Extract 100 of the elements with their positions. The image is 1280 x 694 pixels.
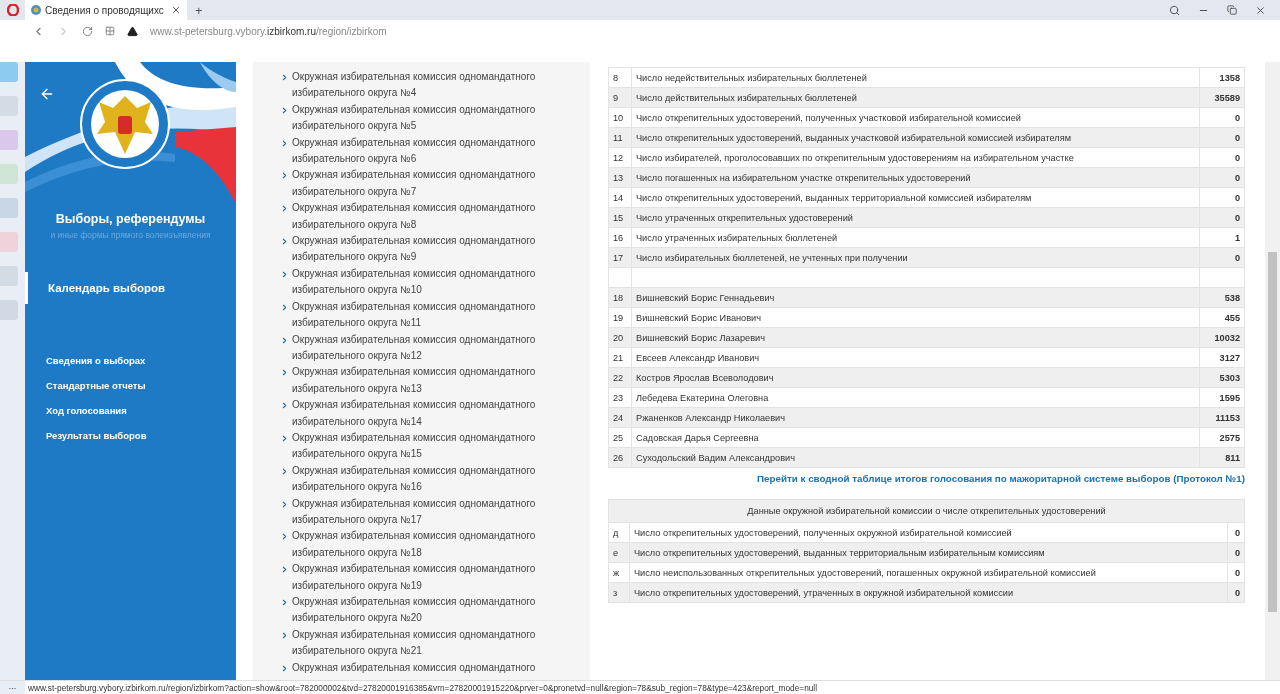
row-letter: ж [608,562,630,583]
table-cell: Число открепительных удостоверений, выданных участковой избирательной комиссией избирателям [631,127,1200,148]
address-field[interactable]: www.st-petersburg.vybory.izbirkom.ru/region/izbirkom [150,25,387,37]
summary-link[interactable]: Перейти к сводной таблице итогов голосования по мажоритарной системе выборов (Протокол №1) [757,473,1245,484]
commission-link[interactable]: Окружная избирательная комиссия одномандатного избирательного округа №13 [280,364,580,398]
table-cell: Ржаненков Александр Николаевич [631,407,1200,428]
row-number: 13 [608,167,632,188]
value-cell: 0 [1227,582,1245,603]
nav-link[interactable]: Календарь выборов [25,272,236,304]
value-cell: 11153 [1199,407,1245,428]
table-cell: Число действительных избирательных бюллетеней [631,87,1200,108]
new-tab-button[interactable]: + [187,0,211,20]
table-cell: Костров Ярослав Всеволодович [631,367,1200,388]
row-number: 21 [608,347,632,368]
commission-link[interactable]: Окружная избирательная комиссия одномандатного избирательного округа №17 [280,495,580,529]
value-cell: 0 [1199,187,1245,208]
commission-link[interactable]: Окружная избирательная комиссия одномандатного избирательного округа №6 [280,134,580,168]
nav-link[interactable]: Стандартные отчеты [25,373,236,398]
table-cell: Число избирателей, проголосовавших по открепительным удостоверениям на избирательном участке [631,147,1200,168]
table-cell: Число утраченных открепительных удостоверений [631,207,1200,228]
value-cell: 538 [1199,287,1245,308]
commission-link[interactable]: Окружная избирательная комиссия одномандатного избирательного округа №19 [280,561,580,594]
row-number: 20 [608,327,632,348]
row-number: 12 [608,147,632,168]
value-cell: 5303 [1199,367,1245,388]
more-button[interactable]: ... [0,681,25,694]
row-number: 9 [608,87,632,108]
table-cell: Число погашенных на избирательном участке открепительных удостоверений [631,167,1200,188]
commission-link[interactable]: Окружная избирательная комиссия одномандатного избирательного округа №8 [280,200,580,234]
commission-link[interactable]: Окружная избирательная комиссия одномандатного избирательного округа №14 [280,397,580,430]
value-cell: 1595 [1199,387,1245,408]
value-cell: 0 [1199,147,1245,168]
row-number: 15 [608,207,632,228]
value-cell: 0 [1227,562,1245,583]
commission-link[interactable]: Окружная избирательная комиссия одномандатного избирательного округа №21 [280,626,580,660]
commission-link[interactable]: Окружная избирательная комиссия одномандатного избирательного округа №20 [280,594,580,627]
value-cell: 0 [1199,107,1245,128]
table-cell: Суходольский Вадим Александрович [631,447,1200,468]
commission-link[interactable]: Окружная избирательная комиссия одномандатного избирательного округа №11 [280,298,580,332]
commission-link[interactable]: Окружная избирательная комиссия одномандатного избирательного округа №16 [280,462,580,496]
table-cell: Число избирательных бюллетеней, не учтенных при получении [631,247,1200,268]
commission-link[interactable]: Окружная избирательная комиссия одномандатного избирательного округа №12 [280,331,580,365]
row-number: 22 [608,367,632,388]
table-cell: Число открепительных удостоверений, выданных территориальной комиссией избирателям [631,187,1200,208]
row-number: 18 [608,287,632,308]
row-letter: д [608,522,630,543]
row-number: 17 [608,247,632,268]
table-cell: Число открепительных удостоверений, утраченных в окружной избирательной комиссии [629,582,1228,603]
row-number: 8 [608,67,632,88]
value-cell: 811 [1199,447,1245,468]
commission-link[interactable]: Окружная избирательная комиссия одномандатного избирательного округа №9 [280,233,580,266]
value-cell: 0 [1227,542,1245,563]
row-number: 16 [608,227,632,248]
table-cell: Число утраченных избирательных бюллетеней [631,227,1200,248]
value-cell: 2575 [1199,427,1245,448]
row-number: 19 [608,307,632,328]
commission-link[interactable]: Окружная избирательная комиссия одномандатного [280,659,580,677]
browser-tab[interactable]: Сведения о проводящихс [25,0,187,20]
nav-link[interactable]: Сведения о выборах [25,348,236,373]
commission-link[interactable]: Окружная избирательная комиссия одномандатного избирательного округа №4 [280,69,580,102]
value-cell: 0 [1227,522,1245,543]
table-cell: Садовская Дарья Сергеевна [631,427,1200,448]
value-cell: 1 [1199,227,1245,248]
table-cell: Вишневский Борис Лазаревич [631,327,1200,348]
value-cell: 35589 [1199,87,1245,108]
value-cell: 455 [1199,307,1245,328]
value-cell: 0 [1199,167,1245,188]
row-number: 25 [608,427,632,448]
table-cell: Число недействительных избирательных бюллетеней [631,67,1200,88]
value-cell: 1358 [1199,67,1245,88]
row-number: 10 [608,107,632,128]
table-cell: Число открепительных удостоверений, полученных окружной избирательной комиссией [629,522,1228,543]
value-cell: 0 [1199,207,1245,228]
commission-link[interactable]: Окружная избирательная комиссия одномандатного избирательного округа №18 [280,528,580,562]
row-number: 26 [608,447,632,468]
commission-link[interactable]: Окружная избирательная комиссия одномандатного избирательного округа №10 [280,265,580,299]
table-header: Данные окружной избирательной комиссии о числе открепительных удостоверений [608,499,1245,523]
value-cell: 0 [1199,247,1245,268]
site-title: Выборы, референдумы [54,212,207,226]
nav-link[interactable]: Ход голосования [25,398,236,423]
table-cell: Вишневский Борис Иванович [631,307,1200,328]
table-cell: Вишневский Борис Геннадьевич [631,287,1200,308]
row-number: 24 [608,407,632,428]
table-cell: Лебедева Екатерина Олеговна [631,387,1200,408]
table-cell: Число открепительных удостоверений, полученных участковой избирательной комиссией [631,107,1200,128]
table-cell: Евсеев Александр Иванович [631,347,1200,368]
row-number: 14 [608,187,632,208]
value-cell: 3127 [1199,347,1245,368]
commission-link[interactable]: Окружная избирательная комиссия одномандатного избирательного округа №7 [280,167,580,201]
commission-link[interactable]: Окружная избирательная комиссия одномандатного избирательного округа №15 [280,429,580,463]
nav-link[interactable]: Результаты выборов [25,423,236,448]
row-letter: з [608,582,630,603]
row-number: 23 [608,387,632,408]
value-cell: 0 [1199,127,1245,148]
site-subtitle: и иные формы прямого волеизъявления [49,230,212,240]
commission-link[interactable]: Окружная избирательная комиссия одномандатного избирательного округа №5 [280,101,580,135]
table-cell: Число неиспользованных открепительных удостоверений, погашенных окружной избирательной комиссией [629,562,1228,583]
value-cell: 10032 [1199,327,1245,348]
status-url: www.st-petersburg.vybory.izbirkom.ru/region/izbirkom?action=show&root=782000002&tvd=27820001916385&vrn=27820001915220&prver=0&pronetvd=null&region=78&sub_region=78&type=423&report_mode=null [27,682,818,693]
table-cell: Число открепительных удостоверений, выданных территориальным избирательным комиссиям [629,542,1228,563]
